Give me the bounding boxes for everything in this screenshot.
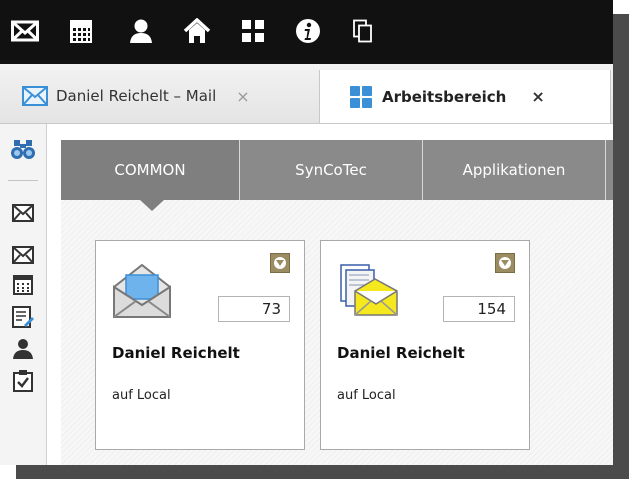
envelope-icon xyxy=(110,261,174,323)
apps-grid-icon xyxy=(350,85,372,108)
subtab-applikationen[interactable]: Applikationen xyxy=(423,140,606,200)
calendar-icon xyxy=(13,275,33,295)
toolbar-contacts-button[interactable] xyxy=(124,14,158,48)
app-window: Daniel Reichelt – Mail × Arbeitsbereich … xyxy=(0,0,613,465)
tab-mail[interactable]: Daniel Reichelt – Mail × xyxy=(0,70,318,122)
calendar-icon xyxy=(70,20,92,43)
chevron-down-icon xyxy=(274,257,286,269)
mail-icon xyxy=(12,204,34,222)
contact-icon xyxy=(13,339,33,359)
sidebar-contacts-button[interactable] xyxy=(8,336,38,362)
card-subtitle: auf Local xyxy=(112,388,171,403)
binoculars-icon xyxy=(11,140,35,159)
mail-widget-card[interactable]: 73 Daniel Reichelt auf Local xyxy=(95,240,305,450)
workspace-content: 73 Daniel Reichelt auf Local 154 Daniel … xyxy=(61,200,613,465)
sidebar-tasks-button[interactable] xyxy=(8,368,38,394)
workspace-area: COMMON SynCoTec Applikationen 73 Daniel … xyxy=(47,124,613,465)
mail-icon xyxy=(12,246,34,264)
left-sidebar xyxy=(0,124,47,465)
home-icon xyxy=(183,18,211,43)
mail-icon xyxy=(22,86,48,106)
toolbar-home-button[interactable] xyxy=(180,14,214,48)
card-title: Daniel Reichelt xyxy=(337,344,465,362)
unread-count: 73 xyxy=(218,296,290,322)
notes-icon xyxy=(12,306,34,328)
subtab-common[interactable]: COMMON xyxy=(61,140,240,200)
contacts-icon xyxy=(130,19,152,43)
tab-bar: Daniel Reichelt – Mail × Arbeitsbereich … xyxy=(0,64,613,124)
toolbar-windows-button[interactable] xyxy=(346,14,380,48)
tab-mail-close-button[interactable]: × xyxy=(236,87,249,106)
unread-count: 154 xyxy=(443,296,515,322)
tasks-icon xyxy=(13,370,33,392)
tab-mail-label: Daniel Reichelt – Mail xyxy=(56,87,217,105)
sidebar-search-button[interactable] xyxy=(8,136,38,162)
sidebar-notes-button[interactable] xyxy=(8,304,38,330)
toolbar-mail-button[interactable] xyxy=(8,14,42,48)
apps-grid-icon xyxy=(242,20,264,42)
top-toolbar xyxy=(0,0,613,64)
chevron-down-icon xyxy=(499,257,511,269)
card-options-button[interactable] xyxy=(270,253,290,273)
toolbar-apps-button[interactable] xyxy=(236,14,270,48)
toolbar-info-button[interactable] xyxy=(291,14,325,48)
toolbar-calendar-button[interactable] xyxy=(64,14,98,48)
active-tab-indicator xyxy=(140,200,164,211)
mail-widget-card[interactable]: 154 Daniel Reichelt auf Local xyxy=(320,240,530,450)
sidebar-calendar-button[interactable] xyxy=(8,272,38,298)
tab-arbeitsbereich-close-button[interactable]: × xyxy=(531,87,544,106)
card-title: Daniel Reichelt xyxy=(112,344,240,362)
tab-arbeitsbereich[interactable]: Arbeitsbereich × xyxy=(319,70,611,123)
sidebar-mail-2-button[interactable] xyxy=(8,242,38,268)
subtab-syncotec[interactable]: SynCoTec xyxy=(240,140,423,200)
letter-documents-icon xyxy=(335,261,399,323)
card-options-button[interactable] xyxy=(495,253,515,273)
card-subtitle: auf Local xyxy=(337,388,396,403)
mail-icon xyxy=(11,20,39,42)
sidebar-mail-button[interactable] xyxy=(8,200,38,226)
info-icon xyxy=(296,19,320,43)
windows-icon xyxy=(353,19,372,43)
tab-arbeitsbereich-label: Arbeitsbereich xyxy=(382,87,507,106)
workspace-tabs: COMMON SynCoTec Applikationen xyxy=(61,140,613,200)
sidebar-divider xyxy=(8,180,38,181)
